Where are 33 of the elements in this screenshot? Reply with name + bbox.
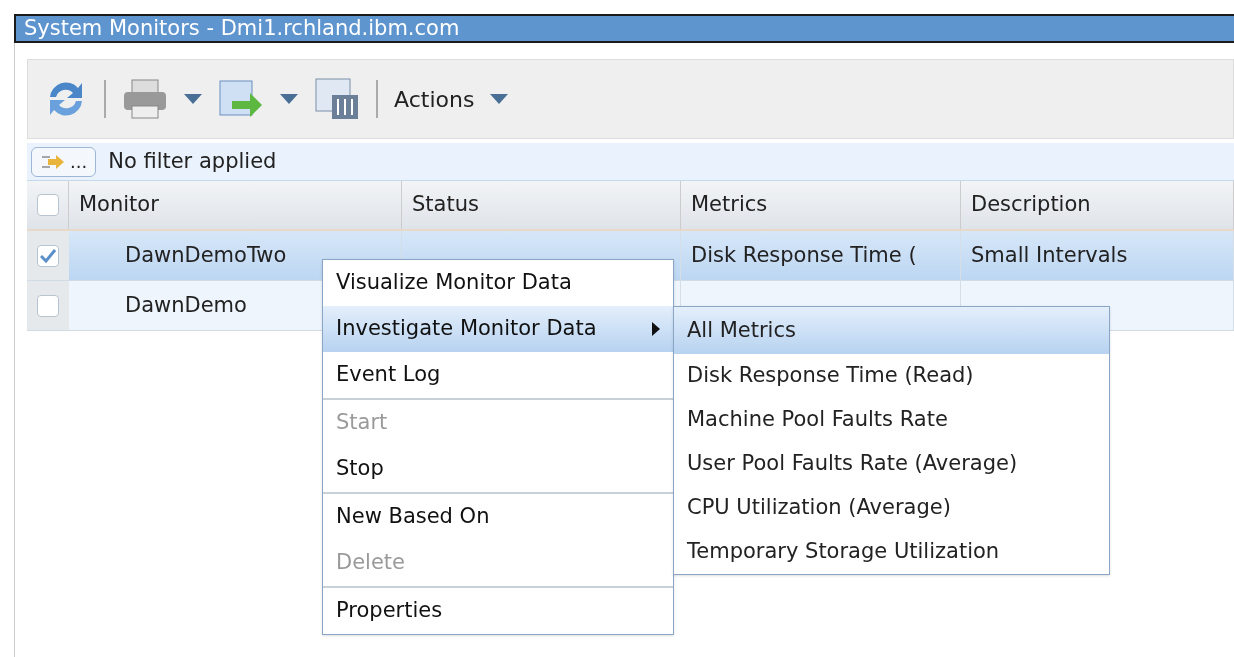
menu-item[interactable]: Machine Pool Faults Rate: [674, 398, 1109, 442]
dropdown-caret-icon[interactable]: [490, 94, 509, 104]
table-cell-text: DawnDemoTwo: [125, 241, 287, 269]
column-header[interactable]: Monitor: [69, 181, 402, 229]
column-header[interactable]: Metrics: [681, 181, 961, 229]
checkmark-icon: [40, 248, 56, 263]
menu-item[interactable]: Disk Response Time (Read): [674, 354, 1109, 398]
menu-item[interactable]: Properties: [323, 588, 673, 634]
menu-item[interactable]: New Based On: [323, 494, 673, 540]
menu-item[interactable]: Stop: [323, 446, 673, 492]
submenu-arrow-icon: [652, 322, 660, 336]
column-header[interactable]: Status: [402, 181, 681, 229]
table-cell-text: DawnDemo: [125, 291, 247, 319]
menu-item[interactable]: Investigate Monitor Data: [323, 306, 673, 352]
checkbox[interactable]: [37, 294, 59, 317]
filter-status-text: No filter applied: [108, 147, 277, 175]
filter-arrow-icon: [40, 152, 66, 171]
dropdown-caret-icon[interactable]: [280, 94, 298, 104]
checkbox[interactable]: [36, 194, 59, 216]
table-cell-text: Disk Response Time (: [691, 241, 917, 269]
menu-item[interactable]: Temporary Storage Utilization: [674, 530, 1109, 574]
table-cell-text: Small Intervals: [971, 241, 1128, 269]
printer-icon[interactable]: [122, 78, 168, 120]
menu-item[interactable]: All Metrics: [674, 307, 1109, 354]
window-title: System Monitors - Dmi1.rchland.ibm.com: [24, 14, 460, 42]
menu-item[interactable]: CPU Utilization (Average): [674, 486, 1109, 530]
menu-item[interactable]: Event Log: [323, 352, 673, 398]
actions-button[interactable]: Actions: [394, 82, 509, 116]
checkbox[interactable]: [37, 244, 59, 267]
column-header[interactable]: Description: [961, 181, 1234, 229]
menu-item[interactable]: User Pool Faults Rate (Average): [674, 442, 1109, 486]
filter-button[interactable]: ...: [31, 146, 97, 177]
dropdown-caret-icon[interactable]: [184, 94, 202, 104]
